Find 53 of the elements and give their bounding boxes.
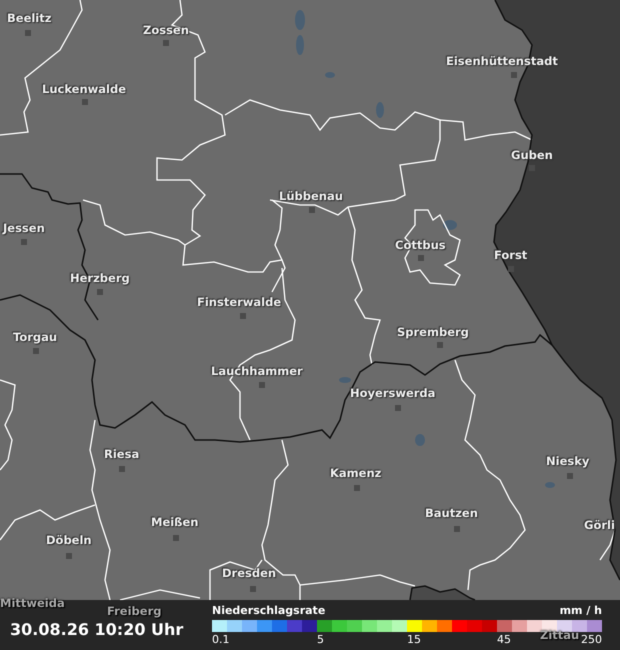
city-marker-icon: [173, 535, 179, 541]
city-label: Freiberg: [107, 604, 162, 618]
city-marker-icon: [25, 30, 31, 36]
city-marker-icon: [567, 473, 573, 479]
czech-area: [410, 586, 475, 600]
legend-title: Niederschlagsrate: [212, 604, 326, 617]
city-marker-icon: [66, 553, 72, 559]
city-marker-icon: [395, 405, 401, 411]
city-label: Niesky: [546, 454, 590, 468]
city-marker-icon: [508, 266, 514, 272]
legend-unit: mm / h: [560, 604, 602, 617]
city-label: Zossen: [143, 23, 189, 37]
city-marker-icon: [511, 72, 517, 78]
city-label: Riesa: [104, 447, 140, 461]
scale-label: 15: [407, 633, 421, 646]
city-label: Hoyerswerda: [350, 386, 436, 400]
city-label: Beelitz: [7, 11, 52, 25]
city-label: Mittweida: [0, 596, 65, 610]
city-marker-icon: [240, 313, 246, 319]
city-marker-icon: [437, 342, 443, 348]
city-label: Jessen: [3, 221, 45, 235]
city-marker-icon: [354, 485, 360, 491]
city-marker-icon: [21, 239, 27, 245]
city-label: Forst: [494, 248, 528, 262]
city-marker-icon: [97, 289, 103, 295]
city-label: Finsterwalde: [197, 295, 282, 309]
city-marker-icon: [33, 348, 39, 354]
city-marker-icon: [418, 255, 424, 261]
timestamp: 30.08.26 10:20 Uhr: [10, 620, 184, 638]
city-label: Meißen: [151, 515, 198, 529]
city-marker-icon: [259, 382, 265, 388]
city-label: Lübbenau: [279, 189, 343, 203]
scale-label: 45: [497, 633, 511, 646]
scale-label: 0.1: [212, 633, 230, 646]
city-marker-icon: [82, 99, 88, 105]
city-label: Guben: [511, 148, 553, 162]
city-marker-icon: [250, 586, 256, 592]
city-label: Torgau: [13, 330, 58, 344]
scale-label: 5: [317, 633, 324, 646]
city-label: Kamenz: [330, 466, 382, 480]
city-label: Zittau: [540, 628, 580, 642]
city-marker-icon: [163, 40, 169, 46]
city-label: Spremberg: [397, 325, 469, 339]
city-label: Dresden: [222, 566, 276, 580]
city-marker-icon: [529, 165, 535, 171]
scale-label: 250: [581, 633, 602, 646]
city-marker-icon: [454, 526, 460, 532]
city-label: Bautzen: [425, 506, 478, 520]
city-marker-icon: [309, 207, 315, 213]
city-marker-icon: [119, 466, 125, 472]
city-label: Döbeln: [46, 533, 92, 547]
city-label: Luckenwalde: [42, 82, 126, 96]
city-label: Görli: [584, 518, 615, 532]
